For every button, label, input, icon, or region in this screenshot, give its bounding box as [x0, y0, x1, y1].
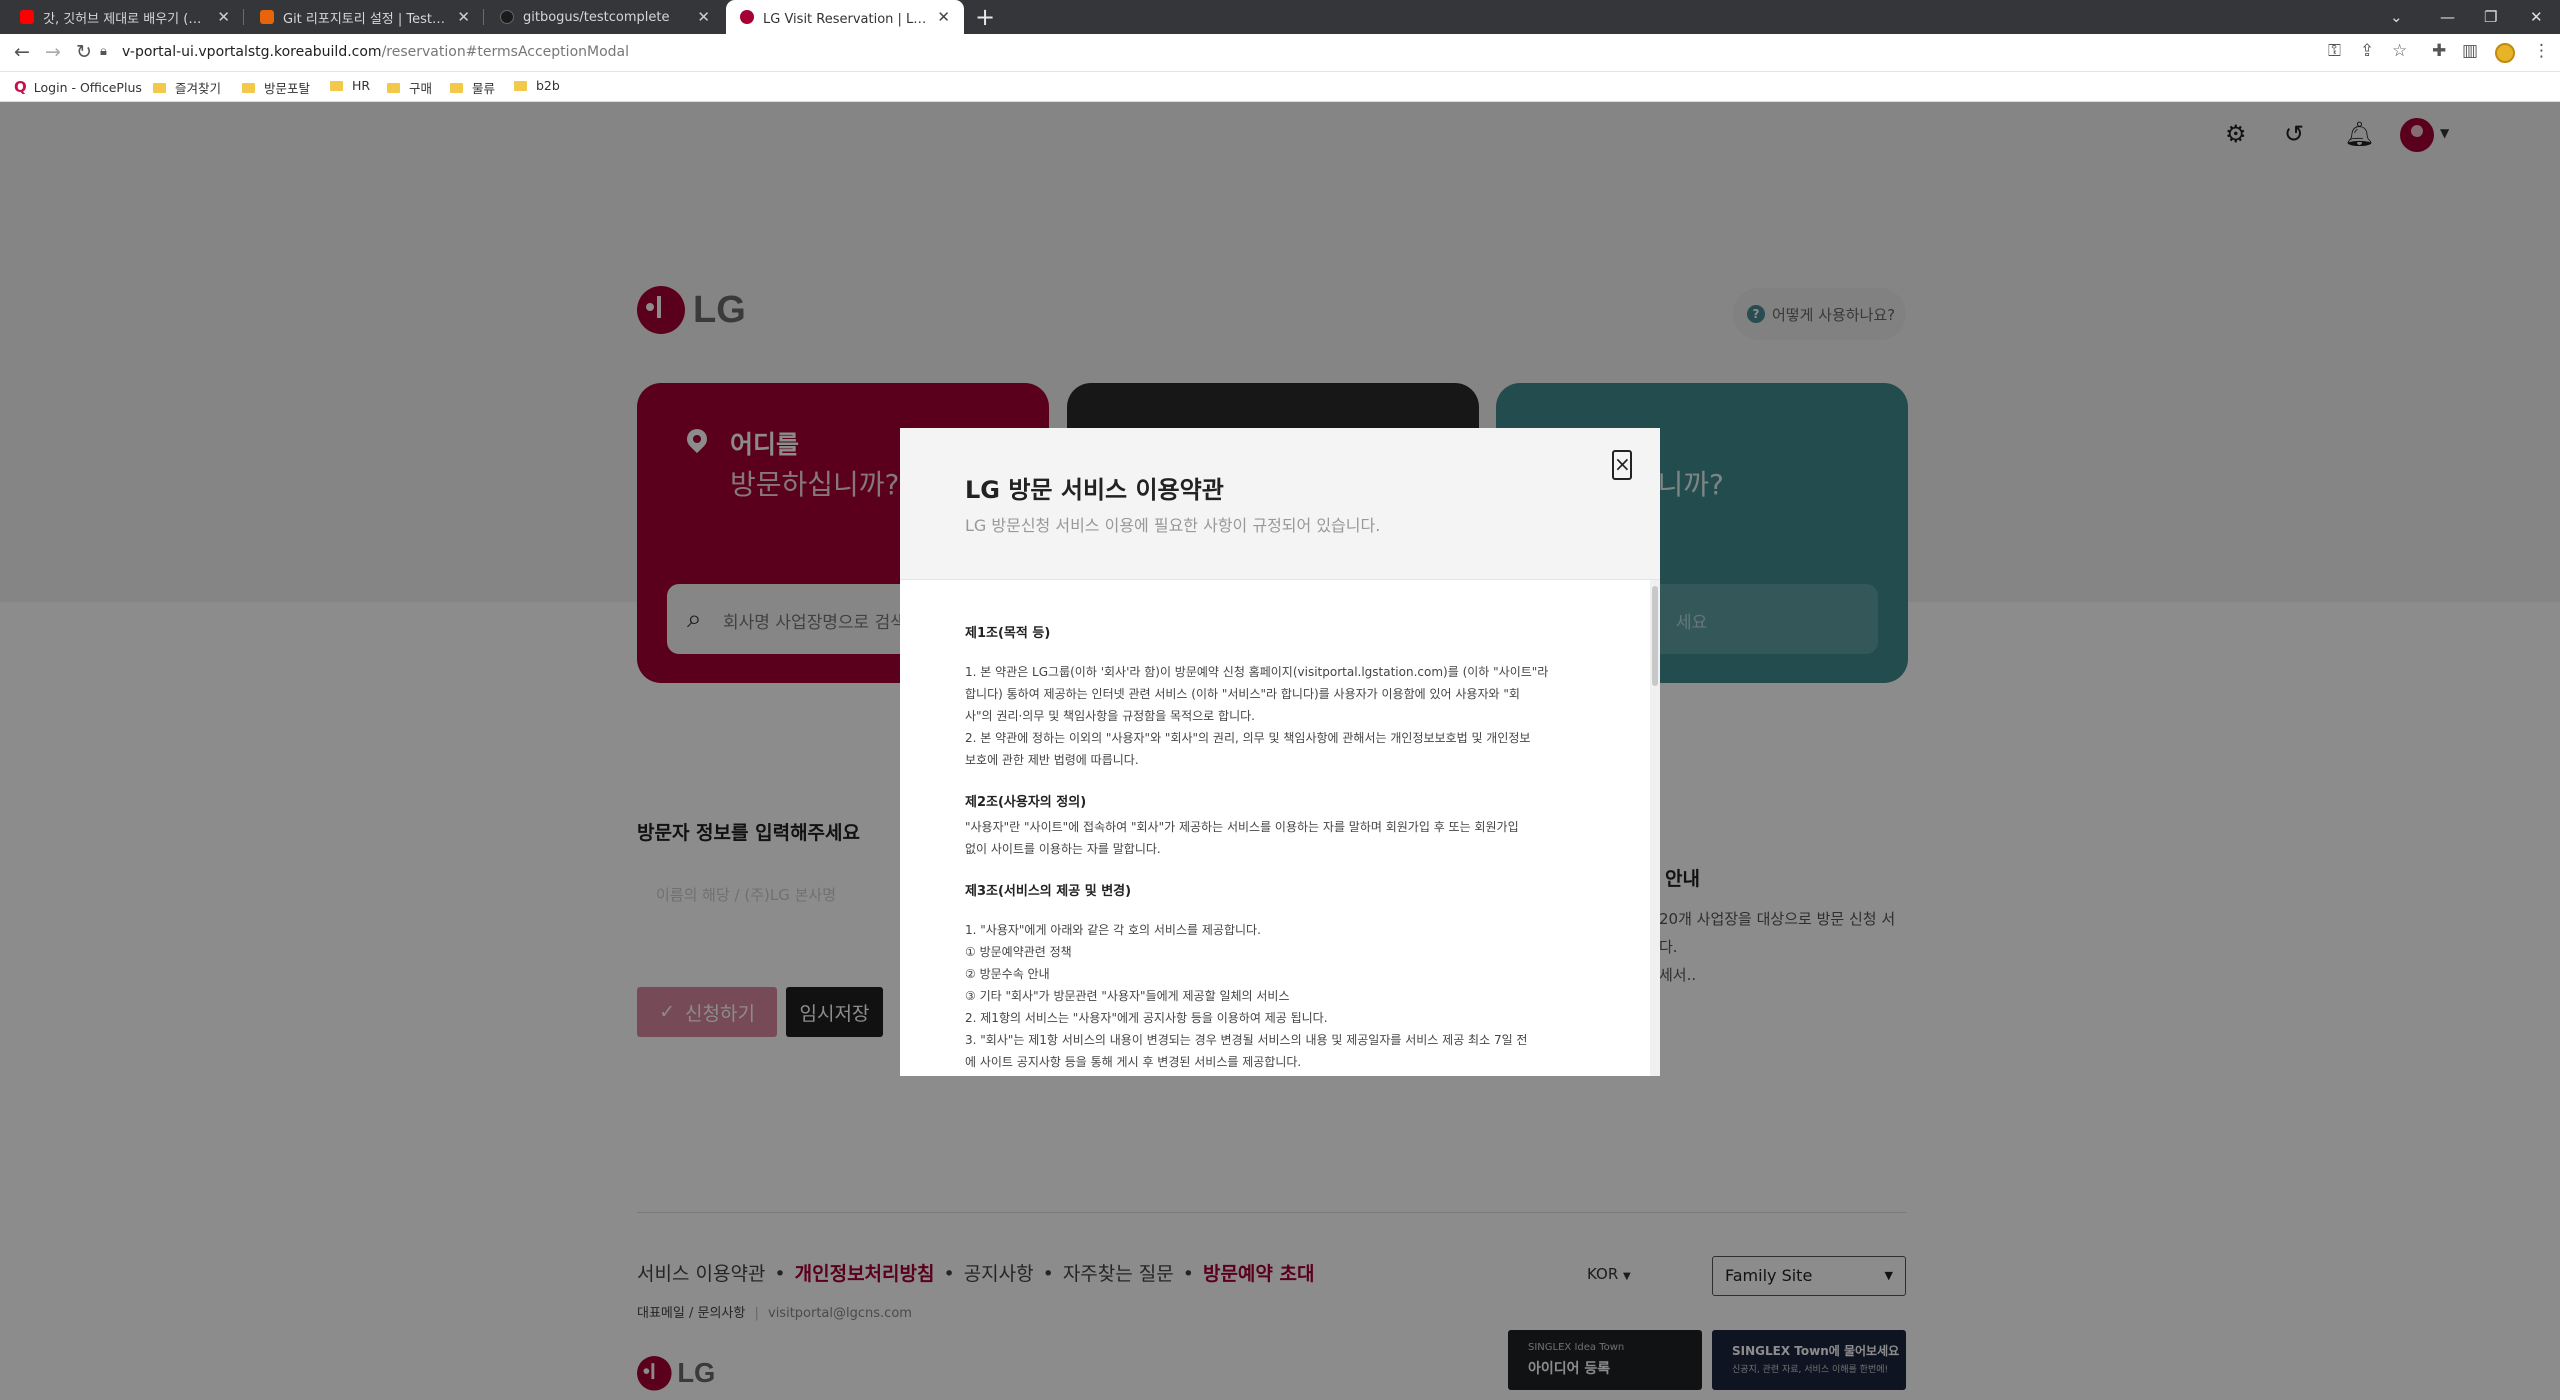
browser-tab-title: 갓, 깃허브 제대로 배우기 (기본	[43, 11, 210, 27]
bookmark-item[interactable]: Q Login - OfficePlus	[14, 78, 142, 96]
terms-article: 제2조(사용자의 정의) "사용자"란 "사이트"에 접속하여 "회사"가 제공…	[965, 791, 1578, 860]
side-panel-icon[interactable]: ▥	[2462, 41, 2478, 61]
lock-icon[interactable]: 🔒︎	[100, 44, 107, 59]
article-line: 없이 사이트를 이용하는 자를 말합니다.	[965, 842, 1161, 856]
bookmark-star-icon[interactable]: ☆	[2392, 41, 2407, 61]
article-line: 2. 본 약관에 정하는 이외의 "사용자"와 "회사"의 권리, 의무 및 책…	[965, 731, 1531, 745]
bookmark-label: b2b	[536, 78, 560, 93]
new-tab-icon[interactable]: +	[975, 3, 995, 31]
article-heading: 제3조(서비스의 제공 및 변경)	[965, 884, 1132, 899]
bookmark-label: 물류	[472, 81, 496, 96]
article-line: 에 사이트 공지사항 등을 통해 게시 후 변경된 서비스를 제공합니다.	[965, 1055, 1302, 1069]
modal-subtitle: LG 방문신청 서비스 이용에 필요한 사항이 규정되어 있습니다.	[965, 516, 1381, 535]
close-tab-icon[interactable]: ✕	[217, 8, 230, 26]
article-line: ② 방문수속 안내	[965, 967, 1050, 981]
terms-content[interactable]: 제1조(목적 등) 1. 본 약관은 LG그룹(이하 '회사'라 함)이 방문예…	[900, 580, 1648, 1076]
bookmark-folder[interactable]: 물류	[450, 78, 495, 97]
bookmark-label: 구매	[409, 81, 433, 96]
url-field[interactable]: v-portal-ui.vportalstg.koreabuild.com/re…	[122, 44, 629, 60]
folder-icon	[450, 82, 463, 93]
folder-icon	[330, 80, 343, 91]
browser-tab-title: LG Visit Reservation | LG 방문 D	[763, 11, 929, 27]
modal-header: LG 방문 서비스 이용약관 LG 방문신청 서비스 이용에 필요한 사항이 규…	[900, 428, 1660, 580]
article-heading: 제1조(목적 등)	[965, 626, 1051, 641]
article-line: 1. "사용자"에게 아래와 같은 각 호의 서비스를 제공합니다.	[965, 923, 1261, 937]
key-icon[interactable]: ⚿	[2328, 41, 2341, 61]
folder-icon	[387, 82, 400, 93]
menu-kebab-icon[interactable]: ⋮	[2533, 41, 2550, 61]
url-host: v-portal-ui.vportalstg.koreabuild.com	[122, 44, 382, 60]
browser-tab[interactable]: 갓, 깃허브 제대로 배우기 (기본 ✕	[6, 0, 244, 34]
lg-favicon-icon	[740, 10, 754, 24]
bookmarks-bar: Q Login - OfficePlus 즐겨찾기 방문포탈 HR 구매 물류 b…	[0, 72, 2560, 102]
close-tab-icon[interactable]: ✕	[937, 8, 950, 26]
bookmark-folder[interactable]: 즐겨찾기	[153, 78, 221, 97]
testcomplete-favicon-icon	[260, 10, 274, 24]
bookmark-label: 방문포탈	[264, 81, 311, 96]
folder-icon	[242, 82, 255, 93]
bookmark-folder[interactable]: 구매	[387, 78, 432, 97]
article-line: 합니다) 통하여 제공하는 인터넷 관련 서비스 (이하 "서비스"라 합니다)…	[965, 687, 1520, 701]
browser-tab-title: Git 리포지토리 설정 | TestComp	[283, 11, 450, 27]
github-favicon-icon	[500, 10, 514, 24]
bookmark-label: HR	[352, 78, 371, 93]
browser-tab[interactable]: Git 리포지토리 설정 | TestComp ✕	[246, 0, 484, 34]
address-bar: ← → ↻ 🔒︎ v-portal-ui.vportalstg.koreabui…	[0, 34, 2560, 72]
close-tab-icon[interactable]: ✕	[697, 8, 710, 26]
reload-icon[interactable]: ↻	[76, 41, 92, 63]
bookmark-label: 즐겨찾기	[175, 81, 222, 96]
terms-modal: LG 방문 서비스 이용약관 LG 방문신청 서비스 이용에 필요한 사항이 규…	[900, 428, 1660, 1076]
article-line: "사용자"란 "사이트"에 접속하여 "회사"가 제공하는 서비스를 이용하는 …	[965, 820, 1519, 834]
url-path: /reservation#termsAcceptionModal	[381, 44, 630, 60]
article-line: 보호에 관한 제반 법령에 따릅니다.	[965, 753, 1139, 767]
modal-scrollbar-thumb[interactable]	[1652, 586, 1658, 686]
article-line: 1. 본 약관은 LG그룹(이하 '회사'라 함)이 방문예약 신청 홈페이지(…	[965, 665, 1549, 679]
browser-tab-bar: 갓, 깃허브 제대로 배우기 (기본 ✕ Git 리포지토리 설정 | Test…	[0, 0, 2560, 34]
back-icon[interactable]: ←	[14, 41, 30, 63]
article-heading: 제2조(사용자의 정의)	[965, 795, 1087, 810]
bookmark-folder[interactable]: 방문포탈	[242, 78, 310, 97]
browser-tab[interactable]: gitbogus/testcomplete ✕	[486, 0, 724, 34]
profile-avatar[interactable]	[2495, 43, 2515, 63]
tab-search-icon[interactable]: ⌄	[2390, 0, 2403, 34]
browser-tab-active[interactable]: LG Visit Reservation | LG 방문 D ✕	[726, 0, 964, 34]
youtube-favicon-icon	[20, 10, 34, 24]
close-tab-icon[interactable]: ✕	[457, 8, 470, 26]
restore-icon[interactable]: ❐	[2484, 0, 2497, 34]
folder-icon	[514, 80, 527, 91]
share-icon[interactable]: ⇪	[2360, 41, 2374, 61]
bookmark-folder[interactable]: b2b	[514, 78, 560, 93]
bookmark-folder[interactable]: HR	[330, 78, 370, 93]
browser-tab-title: gitbogus/testcomplete	[523, 9, 670, 25]
bookmark-label: Login - OfficePlus	[33, 79, 142, 95]
article-line: 사"의 권리·의무 및 책임사항을 규정함을 목적으로 합니다.	[965, 709, 1255, 723]
minimize-icon[interactable]: —	[2440, 0, 2455, 34]
article-line: ③ 기타 "회사"가 방문관련 "사용자"들에게 제공할 일체의 서비스	[965, 989, 1290, 1003]
window-close-icon[interactable]: ✕	[2530, 0, 2543, 34]
modal-title: LG 방문 서비스 이용약관	[965, 476, 1224, 504]
extensions-icon[interactable]: ✚	[2432, 41, 2446, 61]
terms-article: 제1조(목적 등) 1. 본 약관은 LG그룹(이하 '회사'라 함)이 방문예…	[965, 622, 1578, 771]
folder-icon	[153, 82, 166, 93]
officeplus-icon: Q	[14, 78, 27, 96]
article-line: 2. 제1항의 서비스는 "사용자"에게 공지사항 등을 이용하여 제공 됩니다…	[965, 1011, 1328, 1025]
close-icon[interactable]: ×	[1612, 450, 1632, 480]
article-line: ① 방문예약관련 정책	[965, 945, 1072, 959]
article-line: 3. "회사"는 제1항 서비스의 내용이 변경되는 경우 변경될 서비스의 내…	[965, 1033, 1528, 1047]
terms-article: 제3조(서비스의 제공 및 변경) 1. "사용자"에게 아래와 같은 각 호의…	[965, 880, 1578, 1073]
forward-icon[interactable]: →	[45, 41, 61, 63]
